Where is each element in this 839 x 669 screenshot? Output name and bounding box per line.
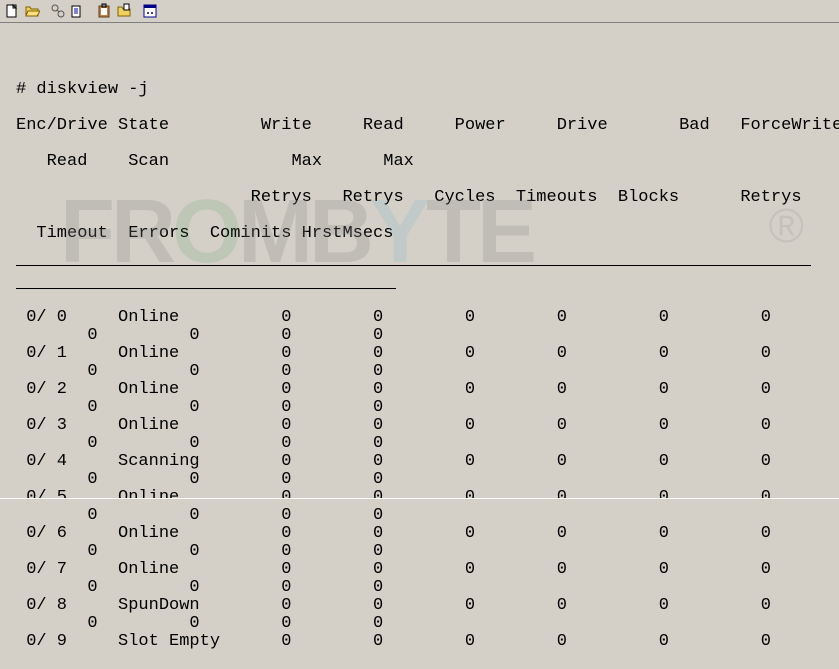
table-row: 0/ 0 Online 0 0 0 0 0 0 0 0 0 0 0 [16,309,829,345]
header-row-2: Read Scan Max Max [16,153,829,171]
terminal-output[interactable]: FROMBYTE ® # diskview -j Enc/Drive State… [0,23,839,506]
table-row: 0/ 8 SpunDown 0 0 0 0 0 0 0 0 0 0 0 [16,597,829,633]
clipboard-button[interactable] [94,1,114,21]
open-button[interactable] [22,1,42,21]
table-row: 0/ 3 Online 0 0 0 0 0 0 0 0 0 0 0 [16,417,829,453]
header-row-1: Enc/Drive State Write Read Power Drive B… [16,117,829,135]
table-row: 0/ 4 Scanning 0 0 0 0 0 0 0 0 0 0 0 [16,453,829,489]
properties-button[interactable] [140,1,160,21]
session-button[interactable] [114,1,134,21]
table-row: 0/ 6 Online 0 0 0 0 0 0 0 0 0 0 0 [16,525,829,561]
paste-button[interactable] [68,1,88,21]
command-line: # diskview -j [16,81,829,99]
table-row: 0/ 7 Online 0 0 0 0 0 0 0 0 0 0 0 [16,561,829,597]
data-rows-container: 0/ 0 Online 0 0 0 0 0 0 0 0 0 0 0 0/ 1 O… [16,309,829,651]
new-button[interactable] [2,1,22,21]
divider-line [16,265,811,266]
table-row: 0/ 9 Slot Empty 0 0 0 0 0 0 0 [16,633,829,651]
table-row: 0/ 1 Online 0 0 0 0 0 0 0 0 0 0 0 [16,345,829,381]
table-row: 0/ 2 Online 0 0 0 0 0 0 0 0 0 0 0 [16,381,829,417]
status-bar [0,498,839,506]
toolbar [0,0,839,23]
header-row-3: Retrys Retrys Cycles Timeouts Blocks Ret… [16,189,829,207]
copy-button[interactable] [48,1,68,21]
header-row-4: Timeout Errors Cominits HrstMsecs [16,225,829,243]
table-row: 0/ 5 Online 0 0 0 0 0 0 0 0 0 0 0 [16,489,829,525]
sub-divider-line [16,288,396,289]
